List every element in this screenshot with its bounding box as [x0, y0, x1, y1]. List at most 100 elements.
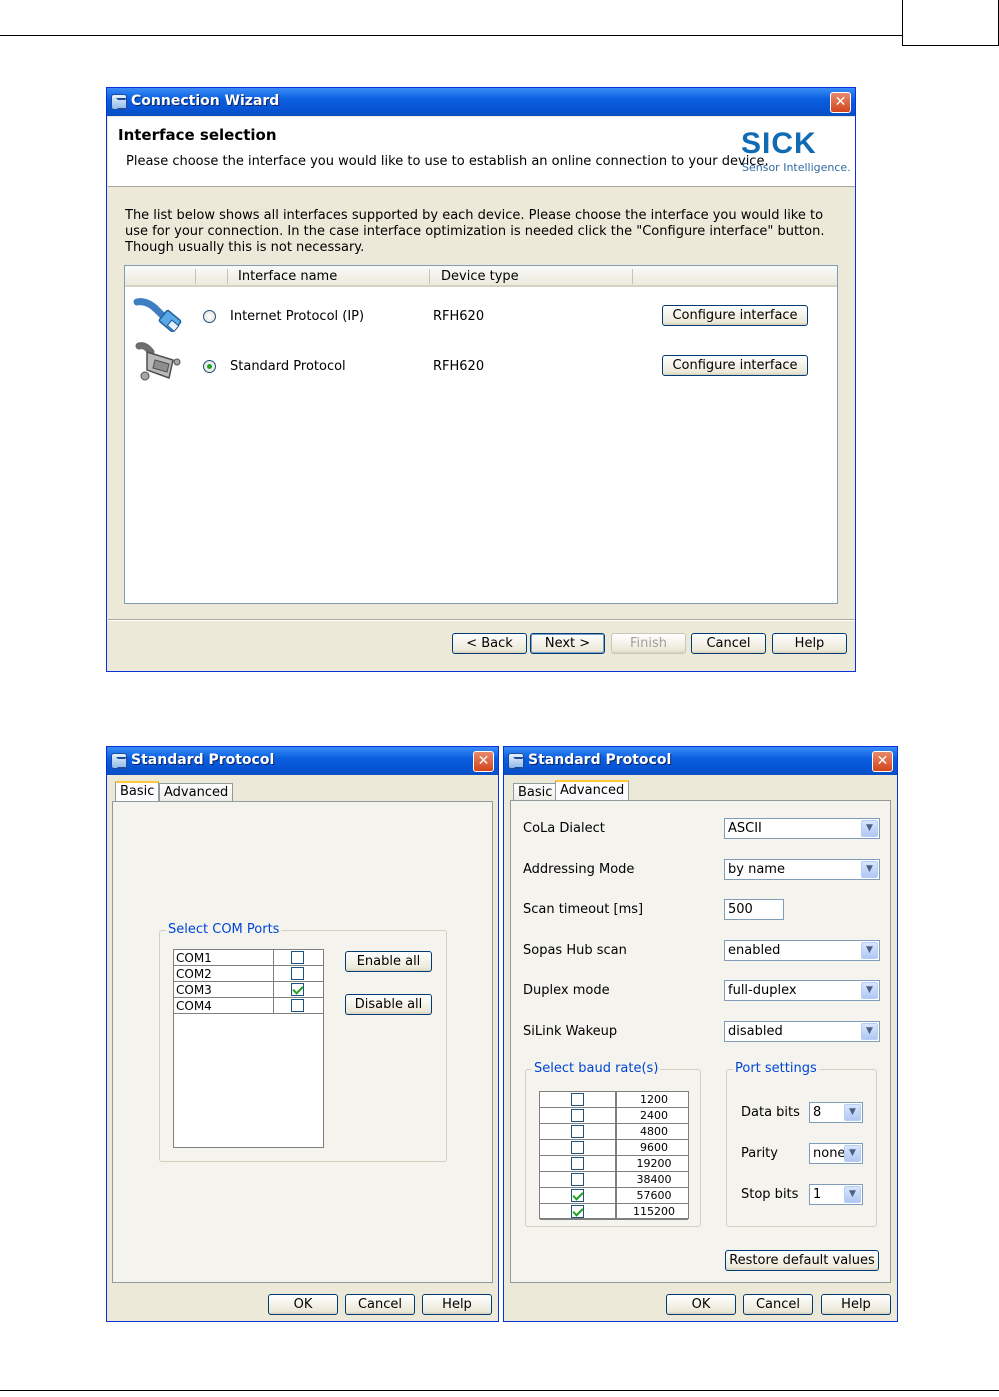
help-button[interactable]: Help [772, 633, 847, 654]
baud-rate-checkbox[interactable] [571, 1157, 584, 1170]
chevron-down-icon[interactable]: ▼ [861, 1023, 878, 1040]
com-port-row[interactable]: COM2 [174, 966, 323, 982]
com-ports-group: Select COM Ports COM1 COM2 COM3 COM4 Enable… [159, 922, 447, 1162]
chevron-down-icon[interactable]: ▼ [844, 1145, 861, 1162]
baud-rate-row[interactable]: 19200 [540, 1156, 688, 1172]
page-number-box [902, 0, 999, 46]
page-header-rule [0, 35, 903, 36]
baud-rate-checkbox[interactable] [571, 1125, 584, 1138]
sick-logo: SICK [741, 127, 817, 160]
com-port-label: COM4 [176, 999, 212, 1013]
advanced-titlebar[interactable]: Standard Protocol ✕ [504, 747, 897, 775]
cancel-button[interactable]: Cancel [743, 1294, 813, 1315]
ok-button[interactable]: OK [268, 1294, 338, 1315]
disable-all-button[interactable]: Disable all [345, 994, 432, 1015]
baud-rate-row[interactable]: 2400 [540, 1108, 688, 1124]
header-subtitle: Please choose the interface you would li… [126, 154, 769, 169]
cancel-button[interactable]: Cancel [345, 1294, 415, 1315]
column-interface-name[interactable]: Interface name [238, 269, 337, 284]
com-port-row[interactable]: COM4 [174, 998, 323, 1014]
restore-default-values-button[interactable]: Restore default values [725, 1250, 879, 1271]
baud-rate-row[interactable]: 57600 [540, 1188, 688, 1204]
port-setting-value: 8 [813, 1105, 822, 1120]
com-port-checkbox[interactable] [291, 967, 304, 980]
cancel-button[interactable]: Cancel [691, 633, 766, 654]
com-port-checkbox[interactable] [291, 951, 304, 964]
field-select[interactable]: by name ▼ [724, 858, 880, 880]
port-settings-group: Port settings Data bits 8 ▼ Parity none ▼ Stop… [726, 1061, 877, 1227]
page-footer-rule [0, 1390, 999, 1391]
connection-wizard-window: Connection Wizard ✕ Interface selection … [106, 87, 856, 672]
baud-rate-row[interactable]: 4800 [540, 1124, 688, 1140]
com-port-checkbox[interactable] [291, 983, 304, 996]
chevron-down-icon[interactable]: ▼ [844, 1186, 861, 1203]
close-icon[interactable]: ✕ [473, 751, 494, 772]
wizard-titlebar[interactable]: Connection Wizard ✕ [107, 88, 855, 116]
com-port-checkbox[interactable] [291, 999, 304, 1012]
scan-timeout-input[interactable]: 500 [724, 899, 784, 921]
baud-rate-checkbox[interactable] [571, 1109, 584, 1122]
chevron-down-icon[interactable]: ▼ [861, 820, 878, 837]
tab-advanced[interactable]: Advanced [555, 780, 630, 801]
field-label: CoLa Dialect [523, 821, 605, 836]
interface-row-ip[interactable]: Internet Protocol (IP) RFH620 Configure … [125, 292, 837, 340]
com-port-label: COM2 [176, 967, 212, 981]
column-device-type[interactable]: Device type [441, 269, 519, 284]
baud-rate-label: 38400 [636, 1173, 672, 1186]
advanced-tab-panel: CoLa Dialect ASCII ▼ Addressing Mode by name… [510, 800, 891, 1283]
chevron-down-icon[interactable]: ▼ [844, 1104, 861, 1121]
help-button[interactable]: Help [821, 1294, 891, 1315]
tab-advanced[interactable]: Advanced [159, 783, 234, 802]
back-button[interactable]: < Back [452, 633, 527, 654]
enable-all-button[interactable]: Enable all [345, 951, 432, 972]
chevron-down-icon[interactable]: ▼ [861, 941, 878, 959]
configure-interface-ip-button[interactable]: Configure interface [662, 305, 808, 326]
baud-rate-checkbox[interactable] [571, 1141, 584, 1154]
interface-list-header: Interface name Device type [125, 266, 837, 287]
com-port-row[interactable]: COM3 [174, 982, 323, 998]
baud-rate-row[interactable]: 115200 [540, 1204, 688, 1220]
close-icon[interactable]: ✕ [830, 92, 851, 113]
radio-standard-protocol[interactable] [203, 360, 216, 373]
radio-internet-protocol[interactable] [203, 310, 216, 323]
baud-rate-row[interactable]: 9600 [540, 1140, 688, 1156]
baud-rate-checkbox[interactable] [571, 1205, 584, 1218]
port-setting-label: Stop bits [741, 1187, 799, 1202]
ok-button[interactable]: OK [666, 1294, 736, 1315]
close-icon[interactable]: ✕ [872, 751, 893, 772]
baud-rate-row[interactable]: 38400 [540, 1172, 688, 1188]
baud-rate-checkbox[interactable] [571, 1093, 584, 1106]
baud-rate-checkbox[interactable] [571, 1173, 584, 1186]
tab-basic[interactable]: Basic [115, 781, 160, 802]
field-select[interactable]: ASCII ▼ [724, 818, 880, 839]
configure-interface-standard-button[interactable]: Configure interface [662, 355, 808, 376]
com-ports-group-label: Select COM Ports [166, 922, 282, 937]
port-setting-select[interactable]: 8 ▼ [809, 1102, 863, 1123]
next-button[interactable]: Next > [530, 633, 605, 654]
basic-titlebar[interactable]: Standard Protocol ✕ [107, 747, 498, 775]
baud-rate-label: 9600 [640, 1141, 668, 1154]
port-setting-value: 1 [813, 1187, 822, 1202]
field-label: Sopas Hub scan [523, 942, 627, 958]
help-button[interactable]: Help [422, 1294, 492, 1315]
baud-rate-label: 4800 [640, 1125, 668, 1138]
field-select-value: ASCII [728, 821, 762, 836]
field-select[interactable]: full-duplex ▼ [724, 980, 880, 1002]
ethernet-cable-icon [133, 298, 182, 333]
chevron-down-icon[interactable]: ▼ [861, 860, 878, 878]
advanced-dialog-title: Standard Protocol [528, 752, 672, 768]
baud-rate-label: 1200 [640, 1093, 668, 1106]
chevron-down-icon[interactable]: ▼ [861, 982, 878, 1000]
interface-list: Interface name Device type Internet Prot… [124, 265, 838, 604]
com-port-row[interactable]: COM1 [174, 950, 323, 966]
baud-rate-checkbox[interactable] [571, 1189, 584, 1202]
field-select[interactable]: enabled ▼ [724, 939, 880, 961]
baud-rate-row[interactable]: 1200 [540, 1092, 688, 1108]
com-ports-list: COM1 COM2 COM3 COM4 [173, 949, 324, 1148]
field-select[interactable]: disabled ▼ [724, 1021, 880, 1042]
port-setting-select[interactable]: none ▼ [809, 1143, 863, 1164]
wizard-description: The list below shows all interfaces supp… [125, 208, 825, 255]
interface-row-standard[interactable]: Standard Protocol RFH620 Configure inter… [125, 342, 837, 392]
finish-button[interactable]: Finish [611, 633, 686, 654]
port-setting-select[interactable]: 1 ▼ [809, 1184, 863, 1205]
